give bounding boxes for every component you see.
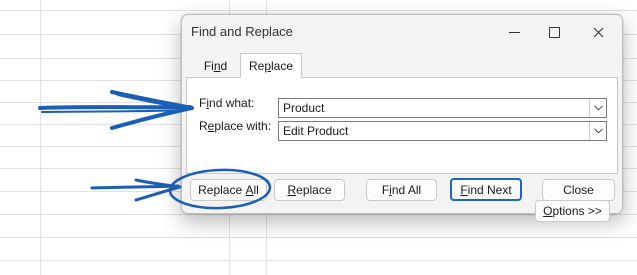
- circle-annotation-icon: [168, 168, 272, 210]
- tab-replace[interactable]: Re p lace: [240, 53, 302, 78]
- arrow-annotation-icon: [90, 178, 182, 202]
- annotation-layer: [38, 90, 272, 210]
- arrow-annotation-icon: [38, 90, 194, 130]
